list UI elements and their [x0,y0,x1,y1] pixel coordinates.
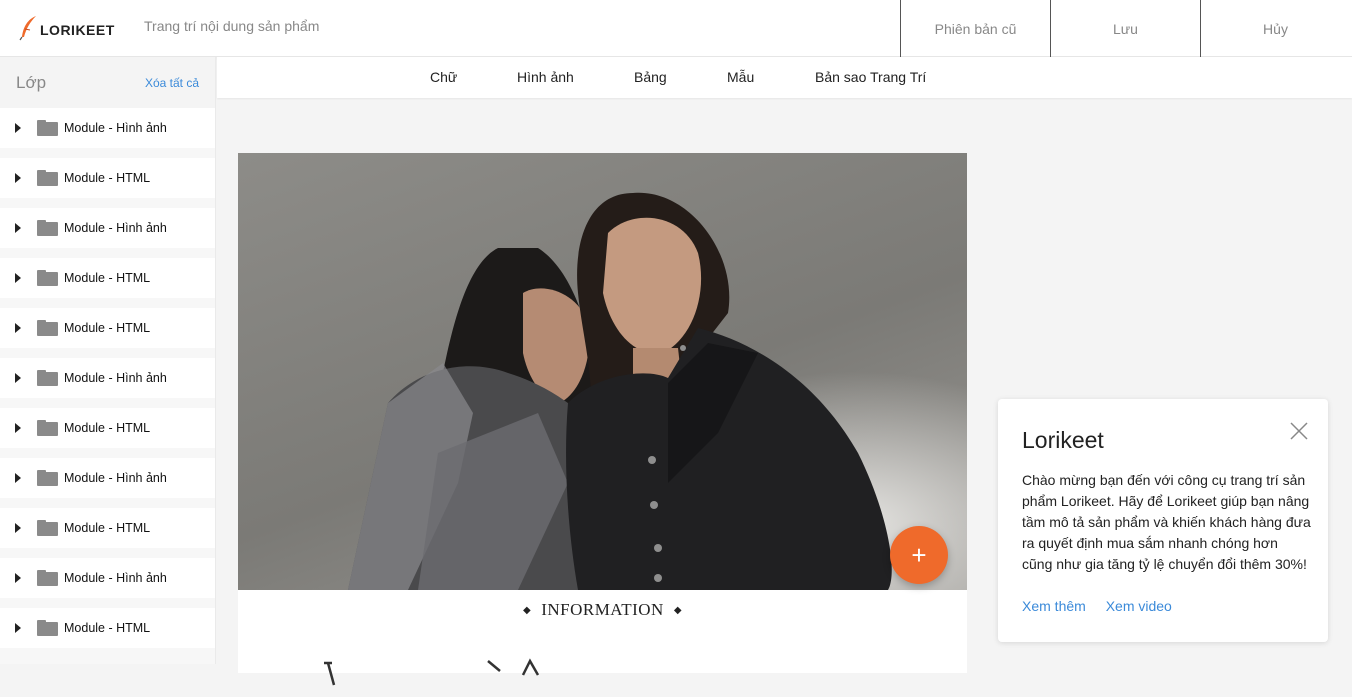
cropped-heading-glyphs-icon [324,658,540,686]
logo[interactable]: LORIKEET [18,14,115,42]
expand-caret-icon[interactable] [15,323,21,333]
tab-copy-design[interactable]: Bản sao Trang Trí [815,69,926,85]
page-title: Trang trí nội dung sản phẩm [144,18,320,34]
expand-caret-icon[interactable] [15,523,21,533]
header-actions: Phiên bản cũ Lưu Hủy [900,0,1350,57]
popup-body: Chào mừng bạn đến với công cụ trang trí … [1022,472,1311,572]
clear-all-link[interactable]: Xóa tất cả [145,76,199,90]
layer-list: Module - Hình ảnh Module - HTML Module -… [0,108,215,648]
layer-label: Module - HTML [64,321,151,335]
information-heading: ◆ INFORMATION ◆ [238,590,967,630]
layer-label: Module - HTML [64,621,151,635]
expand-caret-icon[interactable] [15,623,21,633]
old-version-button[interactable]: Phiên bản cũ [900,0,1050,57]
folder-icon [37,320,58,336]
tab-text[interactable]: Chữ [430,69,457,85]
layer-item[interactable]: Module - HTML [0,608,215,648]
tab-table[interactable]: Bảng [634,69,667,85]
layer-label: Module - Hình ảnh [64,121,167,135]
layer-label: Module - Hình ảnh [64,221,167,235]
tab-template[interactable]: Mẫu [727,69,754,85]
folder-icon [37,270,58,286]
layer-label: Module - HTML [64,421,151,435]
cancel-button[interactable]: Hủy [1200,0,1350,57]
folder-icon [37,120,58,136]
layer-label: Module - Hình ảnh [64,371,167,385]
layer-item[interactable]: Module - Hình ảnh [0,108,215,148]
expand-caret-icon[interactable] [15,373,21,383]
layer-label: Module - HTML [64,521,151,535]
folder-icon [37,220,58,236]
information-heading-text: INFORMATION [541,600,664,619]
partial-heading-decoration [318,650,558,697]
fashion-models-image [238,153,967,590]
expand-caret-icon[interactable] [15,173,21,183]
logo-text: LORIKEET [40,22,115,38]
folder-icon [37,170,58,186]
layers-sidebar: Lớp Xóa tất cả Module - Hình ảnh Module … [0,57,216,664]
layer-item[interactable]: Module - Hình ảnh [0,358,215,398]
see-more-link[interactable]: Xem thêm [1022,598,1086,614]
close-icon[interactable] [1289,421,1309,441]
popup-title: Lorikeet [1022,427,1104,453]
expand-caret-icon[interactable] [15,573,21,583]
folder-icon [37,520,58,536]
layer-item[interactable]: Module - Hình ảnh [0,208,215,248]
folder-icon [37,470,58,486]
sidebar-header: Lớp Xóa tất cả [0,57,215,108]
layer-label: Module - HTML [64,171,151,185]
expand-caret-icon[interactable] [15,123,21,133]
folder-icon [37,570,58,586]
expand-caret-icon[interactable] [15,223,21,233]
element-toolbar: Chữ Hình ảnh Bảng Mẫu Bản sao Trang Trí [217,57,1352,98]
layer-label: Module - HTML [64,271,151,285]
see-video-link[interactable]: Xem video [1106,598,1172,614]
layer-item[interactable]: Module - HTML [0,408,215,448]
tab-image[interactable]: Hình ảnh [517,69,574,85]
layer-item[interactable]: Module - HTML [0,508,215,548]
folder-icon [37,620,58,636]
top-header: LORIKEET Trang trí nội dung sản phẩm Phi… [0,0,1352,57]
layer-label: Module - Hình ảnh [64,571,167,585]
folder-icon [37,370,58,386]
layer-item[interactable]: Module - Hình ảnh [0,558,215,598]
expand-caret-icon[interactable] [15,423,21,433]
layer-item[interactable]: Module - HTML [0,158,215,198]
save-button[interactable]: Lưu [1050,0,1200,57]
welcome-popup: Lorikeet Chào mừng bạn đến với công cụ t… [998,399,1328,642]
expand-caret-icon[interactable] [15,273,21,283]
feather-logo-icon [19,16,36,41]
diamond-icon: ◆ [522,604,532,616]
popup-links: Xem thêm Xem video [1022,598,1188,614]
layer-item[interactable]: Module - Hình ảnh [0,458,215,498]
add-module-button[interactable]: + [890,526,948,584]
diamond-icon: ◆ [673,604,683,616]
layer-label: Module - Hình ảnh [64,471,167,485]
product-image[interactable] [238,153,967,590]
layer-item[interactable]: Module - HTML [0,308,215,348]
layer-item[interactable]: Module - HTML [0,258,215,298]
folder-icon [37,420,58,436]
design-canvas[interactable]: ◆ INFORMATION ◆ [238,153,967,686]
sidebar-title: Lớp [16,72,47,92]
expand-caret-icon[interactable] [15,473,21,483]
